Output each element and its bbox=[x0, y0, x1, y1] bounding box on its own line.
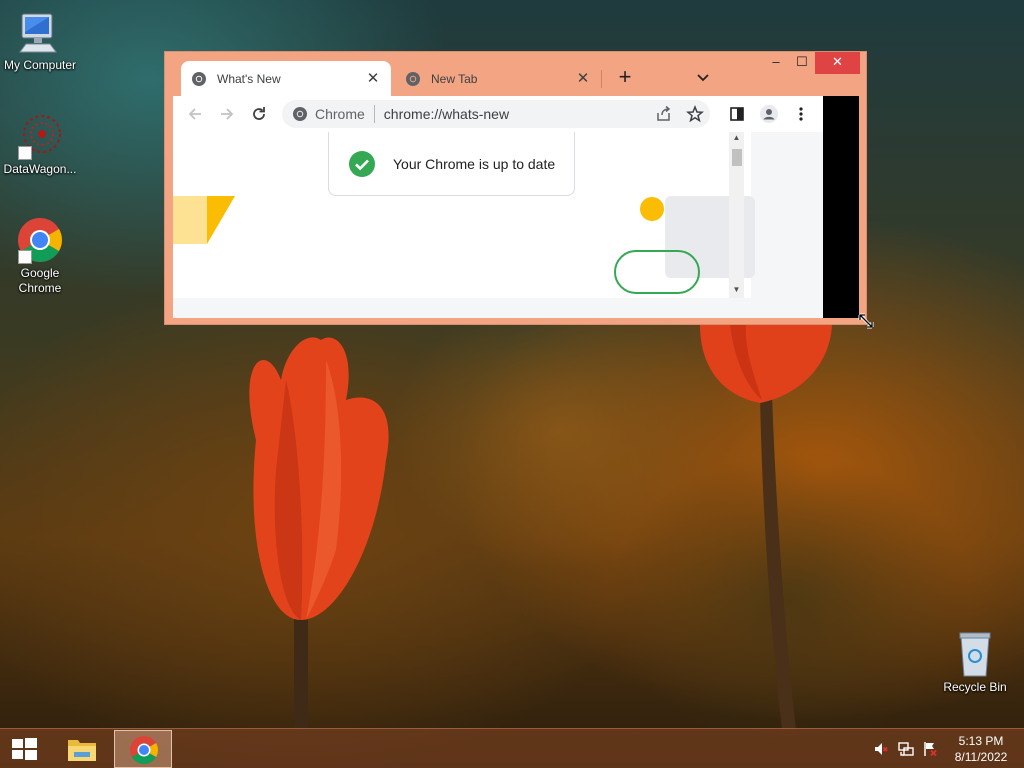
scroll-up-icon[interactable]: ▲ bbox=[729, 132, 744, 144]
page-side-area bbox=[751, 132, 823, 318]
resize-cursor-icon bbox=[858, 313, 874, 329]
action-center-flag-icon[interactable] bbox=[922, 741, 938, 757]
omnibox-chip-label: Chrome bbox=[315, 106, 365, 122]
chrome-favicon bbox=[406, 71, 420, 86]
wallpaper-tulip-right bbox=[690, 325, 840, 735]
close-window-button[interactable]: ✕ bbox=[815, 52, 860, 74]
update-status-card: Your Chrome is up to date bbox=[328, 132, 575, 196]
address-bar[interactable]: Chrome chrome://whats-new bbox=[282, 100, 710, 128]
tab-new-tab[interactable]: New Tab ✕ bbox=[395, 61, 601, 96]
chrome-window[interactable]: What's New ✕ New Tab ✕ + – ☐ ✕ Chrome ch… bbox=[164, 51, 867, 325]
clock-time: 5:13 PM bbox=[958, 734, 1004, 748]
tab-close-button[interactable]: ✕ bbox=[365, 70, 381, 87]
browser-toolbar: Chrome chrome://whats-new bbox=[173, 96, 823, 132]
back-button[interactable] bbox=[185, 104, 205, 124]
url-text[interactable]: chrome://whats-new bbox=[384, 106, 509, 122]
shortcut-arrow-icon bbox=[18, 250, 32, 264]
update-status-text: Your Chrome is up to date bbox=[393, 155, 556, 172]
scroll-down-icon[interactable]: ▼ bbox=[729, 284, 744, 296]
side-panel-icon bbox=[730, 107, 744, 121]
check-circle-icon bbox=[349, 150, 375, 177]
more-vertical-icon bbox=[799, 107, 803, 121]
desktop-icon-label: Recycle Bin bbox=[943, 680, 1007, 694]
windows-logo-icon bbox=[12, 738, 37, 760]
desktop-icon-label: My Computer bbox=[3, 58, 77, 72]
yellow-dot-decoration bbox=[640, 197, 664, 221]
share-icon bbox=[657, 105, 671, 121]
desktop-icon-datawagon[interactable]: DataWagon... bbox=[0, 112, 80, 177]
avatar-icon bbox=[760, 105, 778, 123]
start-button[interactable] bbox=[8, 737, 40, 761]
scroll-thumb[interactable] bbox=[732, 149, 742, 166]
chrome-icon bbox=[16, 216, 64, 264]
chrome-favicon bbox=[293, 107, 307, 121]
unrendered-region bbox=[823, 96, 859, 318]
datawagon-icon bbox=[16, 112, 64, 160]
vertical-scrollbar[interactable]: ▲ ▼ bbox=[729, 132, 744, 298]
menu-button[interactable] bbox=[791, 104, 811, 124]
arrow-left-icon bbox=[188, 108, 201, 120]
volume-muted-icon[interactable] bbox=[873, 741, 889, 757]
bookmark-button[interactable] bbox=[685, 104, 705, 124]
tab-title: What's New bbox=[217, 71, 281, 86]
taskbar-file-explorer[interactable] bbox=[53, 730, 111, 768]
folder-icon bbox=[68, 740, 96, 761]
tab-whats-new[interactable]: What's New ✕ bbox=[181, 61, 391, 96]
forward-button[interactable] bbox=[217, 104, 237, 124]
clock-date: 8/11/2022 bbox=[954, 750, 1008, 764]
desktop-icon-label: DataWagon... bbox=[3, 162, 77, 176]
maximize-button[interactable]: ☐ bbox=[789, 52, 815, 74]
desktop-icon-recycle-bin[interactable]: Recycle Bin bbox=[935, 630, 1015, 695]
reload-icon bbox=[253, 107, 265, 120]
reload-button[interactable] bbox=[249, 104, 269, 124]
desktop-icon-google-chrome[interactable]: Google Chrome bbox=[0, 216, 80, 296]
computer-icon bbox=[16, 8, 64, 56]
arrow-right-icon bbox=[221, 108, 234, 120]
side-panel-button[interactable] bbox=[727, 104, 747, 124]
tab-search-button[interactable] bbox=[693, 66, 713, 88]
network-icon[interactable] bbox=[898, 741, 914, 757]
tab-separator bbox=[601, 70, 602, 88]
share-button[interactable] bbox=[654, 104, 674, 124]
chevron-down-icon bbox=[697, 74, 709, 82]
star-icon bbox=[686, 104, 704, 123]
taskbar: 5:13 PM 8/11/2022 bbox=[0, 728, 1024, 768]
recycle-bin-icon bbox=[951, 630, 999, 678]
chrome-favicon bbox=[192, 71, 206, 86]
wallpaper-tulip-left bbox=[226, 320, 426, 730]
tab-close-button[interactable]: ✕ bbox=[575, 70, 591, 87]
page-bottom-strip bbox=[173, 298, 751, 318]
minimize-button[interactable]: – bbox=[763, 52, 789, 74]
profile-button[interactable] bbox=[759, 104, 779, 124]
shortcut-arrow-icon bbox=[18, 146, 32, 160]
chrome-icon bbox=[130, 736, 158, 764]
system-clock[interactable]: 5:13 PM 8/11/2022 bbox=[946, 733, 1016, 765]
page-viewport[interactable]: Your Chrome is up to date ▲ ▼ bbox=[173, 132, 823, 318]
yellow-triangle-decoration bbox=[173, 196, 235, 244]
green-pill-decoration bbox=[614, 250, 700, 294]
taskbar-google-chrome[interactable] bbox=[114, 730, 172, 768]
new-tab-button[interactable]: + bbox=[615, 66, 635, 88]
desktop-icon-my-computer[interactable]: My Computer bbox=[0, 8, 80, 73]
omnibox-divider bbox=[373, 105, 375, 123]
desktop-icon-label: Google Chrome bbox=[18, 266, 62, 295]
tab-title: New Tab bbox=[431, 71, 478, 86]
